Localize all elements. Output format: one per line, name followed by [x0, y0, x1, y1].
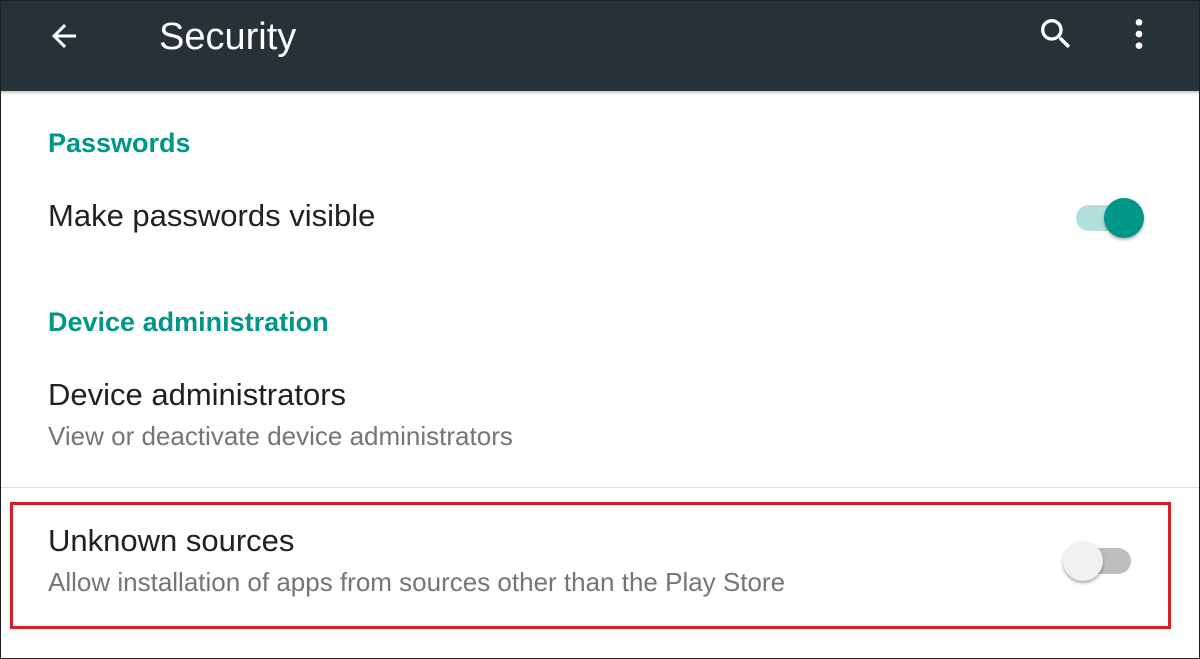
search-icon: [1036, 14, 1076, 59]
toggle-thumb: [1063, 541, 1103, 581]
device-administrators-row[interactable]: Device administrators View or deactivate…: [1, 361, 1199, 486]
make-passwords-visible-row[interactable]: Make passwords visible: [1, 177, 1199, 257]
back-button[interactable]: [37, 11, 91, 65]
unknown-sources-toggle[interactable]: [1063, 535, 1135, 581]
device-administrators-summary: View or deactivate device administrators: [48, 421, 513, 451]
section-header-device-administration: Device administration: [48, 307, 329, 337]
app-bar-shadow: [1, 91, 1199, 95]
list-divider: [1, 487, 1199, 488]
search-button[interactable]: [1029, 11, 1083, 61]
unknown-sources-summary: Allow installation of apps from sources …: [48, 567, 786, 597]
toggle-thumb: [1104, 198, 1144, 238]
arrow-back-icon: [46, 18, 82, 59]
settings-screen: Security Passwords Make passwords visibl…: [0, 0, 1200, 659]
more-options-button[interactable]: [1119, 11, 1159, 61]
unknown-sources-title: Unknown sources: [48, 523, 295, 558]
more-vert-icon: [1119, 14, 1159, 59]
section-header-passwords: Passwords: [48, 128, 191, 158]
device-administrators-title: Device administrators: [48, 377, 347, 412]
make-passwords-visible-toggle[interactable]: [1072, 192, 1144, 238]
unknown-sources-row[interactable]: Unknown sources Allow installation of ap…: [1, 507, 1199, 619]
app-bar: Security: [1, 1, 1199, 91]
make-passwords-visible-title: Make passwords visible: [48, 198, 376, 233]
page-title: Security: [159, 16, 297, 58]
